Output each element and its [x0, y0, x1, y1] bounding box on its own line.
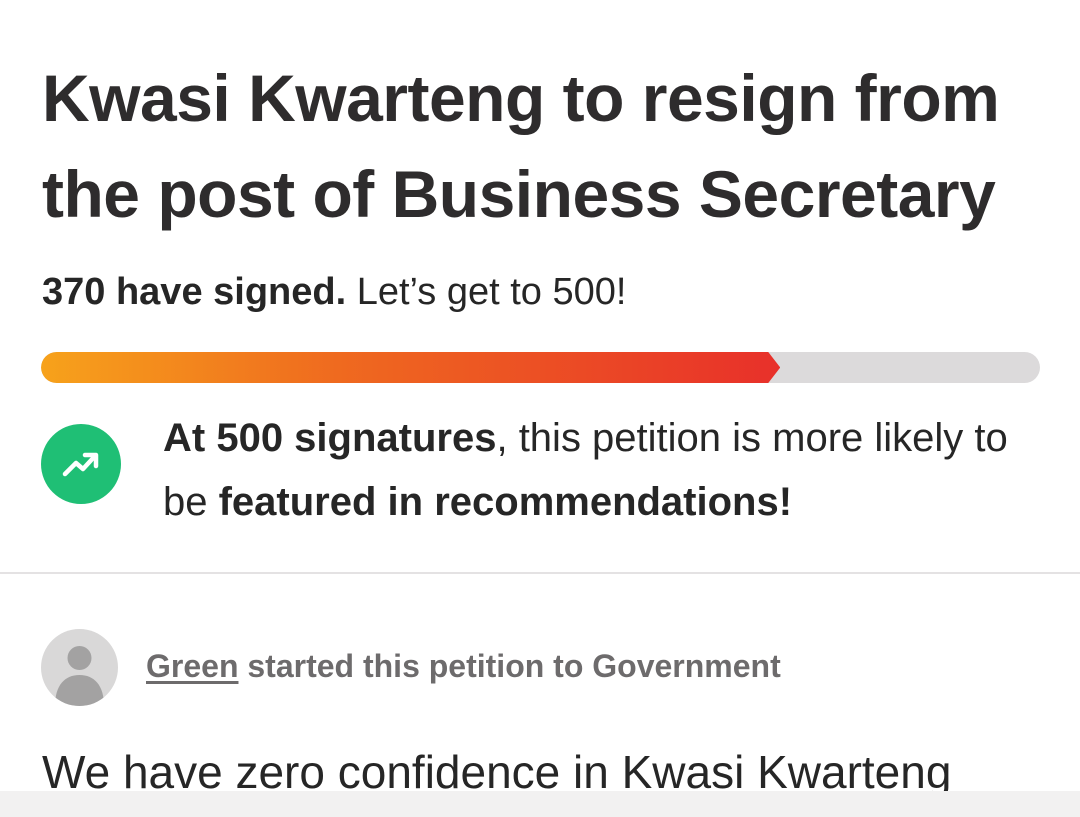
avatar[interactable]	[41, 629, 118, 706]
starter-rest-text: started this petition to Government	[238, 648, 781, 684]
signed-count-bold: 370 have signed.	[42, 271, 347, 313]
starter-name-link[interactable]: Green	[146, 648, 238, 684]
signature-progress-fill	[41, 352, 780, 383]
petition-title: Kwasi Kwarteng to resign from the post o…	[42, 61, 1000, 231]
petition-starter-line: Green started this petition to Governmen…	[146, 644, 781, 688]
signature-count-text: 370 have signed. Let’s get to 500!	[42, 266, 626, 318]
signed-goal-text: Let’s get to 500!	[346, 271, 627, 313]
user-silhouette-icon	[55, 646, 104, 706]
milestone-goal-bold: At 500 signatures	[163, 416, 497, 460]
section-divider	[0, 572, 1080, 574]
bottom-bar	[0, 791, 1080, 817]
trending-up-icon	[41, 424, 121, 504]
milestone-message: At 500 signatures, this petition is more…	[163, 406, 1053, 534]
signature-progress-bar	[41, 352, 1040, 383]
milestone-benefit-bold: featured in recommendations!	[218, 480, 793, 524]
